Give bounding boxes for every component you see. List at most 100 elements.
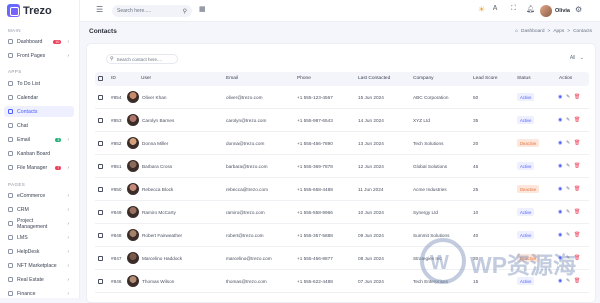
edit-icon[interactable]: ✎ — [566, 140, 570, 146]
row-checkbox[interactable] — [98, 95, 103, 100]
filter-value: All — [569, 55, 576, 61]
bell-icon[interactable]: 🔔︎ — [526, 5, 535, 13]
contact-id: #852 — [111, 140, 122, 146]
row-checkbox[interactable] — [98, 118, 103, 123]
delete-icon[interactable]: 🗑︎ — [574, 186, 580, 192]
sidebar-item-email[interactable]: Email 3 › — [4, 134, 74, 145]
view-icon[interactable]: ◉ — [558, 163, 562, 169]
sidebar-item-nft[interactable]: NFT Marketplace › — [4, 260, 74, 271]
row-checkbox[interactable] — [98, 164, 103, 169]
search-icon: ⚲ — [182, 8, 187, 15]
contact-avatar — [127, 252, 139, 264]
contact-search-input[interactable]: ⚲ Search contact here.... — [106, 54, 178, 64]
row-checkbox[interactable] — [98, 233, 103, 238]
contact-last-contacted: 09 Jun 2024 — [358, 232, 384, 238]
view-icon[interactable]: ◉ — [558, 186, 562, 192]
row-checkbox[interactable] — [98, 279, 103, 284]
breadcrumb-dashboard[interactable]: Dashboard — [521, 29, 544, 34]
contact-name[interactable]: Robert Fairweather — [142, 233, 182, 238]
view-icon[interactable]: ◉ — [558, 94, 562, 100]
contact-avatar — [127, 206, 139, 218]
delete-icon[interactable]: 🗑︎ — [574, 163, 580, 169]
view-icon[interactable]: ◉ — [558, 117, 562, 123]
row-checkbox[interactable] — [98, 187, 103, 192]
breadcrumb-separator: > — [567, 29, 571, 34]
delete-icon[interactable]: 🗑︎ — [574, 94, 580, 100]
edit-icon[interactable]: ✎ — [566, 186, 570, 192]
status-badge: Active — [517, 93, 535, 101]
contact-name[interactable]: Thomas Wilson — [142, 279, 174, 284]
breadcrumb-contacts: Contacts — [573, 29, 592, 34]
contact-name[interactable]: Donna Miller — [142, 141, 168, 146]
sidebar-item-chat[interactable]: Chat — [4, 120, 74, 131]
file-manager-badge: 7 — [55, 165, 62, 170]
user-name[interactable]: Olivia — [555, 8, 570, 14]
language-icon[interactable]: Ꭺ — [493, 5, 498, 13]
chevron-right-icon: › — [67, 234, 69, 241]
sidebar-item-label: Kanban Board — [17, 150, 51, 157]
col-action: Action — [559, 76, 573, 81]
chevron-right-icon: › — [67, 164, 69, 171]
delete-icon[interactable]: 🗑︎ — [574, 140, 580, 146]
table-row: #851 Barbara Cross barbara@trezo.com +1 555… — [95, 155, 589, 178]
sidebar-item-todo[interactable]: To Do List — [4, 78, 74, 89]
select-all-checkbox[interactable] — [98, 76, 103, 81]
delete-icon[interactable]: 🗑︎ — [574, 209, 580, 215]
contact-name[interactable]: Carolyn Barnes — [142, 118, 174, 123]
edit-icon[interactable]: ✎ — [566, 163, 570, 169]
breadcrumb-apps[interactable]: Apps — [553, 29, 564, 34]
search-placeholder: Search here..... — [117, 8, 152, 14]
fullscreen-icon[interactable]: ⛶ — [511, 5, 516, 13]
sidebar-item-file-manager[interactable]: File Manager 7 › — [4, 162, 74, 173]
sidebar-item-label: To Do List — [17, 80, 41, 87]
sidebar-item-label: Real Estate — [17, 276, 44, 283]
contact-id: #846 — [111, 278, 122, 284]
search-input[interactable]: Search here..... ⚲ — [112, 5, 192, 17]
row-checkbox[interactable] — [98, 141, 103, 146]
col-status: Status — [517, 76, 531, 81]
edit-icon[interactable]: ✎ — [566, 209, 570, 215]
view-icon[interactable]: ◉ — [558, 209, 562, 215]
row-checkbox[interactable] — [98, 210, 103, 215]
sidebar-item-helpdesk[interactable]: HelpDesk › — [4, 246, 74, 257]
sidebar-item-front-pages[interactable]: Front Pages › — [4, 50, 74, 61]
sidebar-item-ecommerce[interactable]: eCommerce › — [4, 190, 74, 201]
sidebar-item-project-management[interactable]: Project Management › — [4, 218, 74, 230]
chat-icon — [8, 123, 13, 128]
contact-name[interactable]: Barbara Cross — [142, 164, 172, 169]
contact-search-placeholder: Search contact here.... — [116, 56, 162, 62]
cart-icon — [8, 193, 13, 198]
contact-name[interactable]: Oliver Khan — [142, 95, 167, 100]
sidebar-item-contacts[interactable]: Contacts — [4, 106, 74, 117]
sun-icon[interactable]: ☀ — [478, 5, 485, 14]
contact-avatar — [127, 160, 139, 172]
col-last-contacted: Last Contacted — [358, 76, 391, 81]
sidebar-item-finance[interactable]: Finance › — [4, 288, 74, 299]
settings-icon[interactable]: ⚙ — [575, 5, 582, 14]
user-avatar[interactable] — [540, 5, 552, 17]
menu-icon[interactable]: ☰ — [96, 5, 103, 14]
contact-name[interactable]: Ramiro McCarty — [142, 210, 176, 215]
sidebar-item-calendar[interactable]: Calendar — [4, 92, 74, 103]
sidebar-item-label: Finance — [17, 290, 36, 297]
sidebar-item-dashboard[interactable]: Dashboard 10 › — [4, 36, 74, 47]
row-checkbox[interactable] — [98, 256, 103, 261]
delete-icon[interactable]: 🗑︎ — [574, 117, 580, 123]
view-icon[interactable]: ◉ — [558, 140, 562, 146]
edit-icon[interactable]: ✎ — [566, 117, 570, 123]
contact-company: ABC Corporation — [413, 94, 449, 100]
app-logo[interactable]: Trezo — [7, 4, 52, 17]
contact-name[interactable]: Marcelino Haddock — [142, 256, 182, 261]
grid-icon[interactable]: ▦ — [199, 5, 206, 13]
contact-email: carolyn@trezo.com — [226, 117, 267, 123]
edit-icon[interactable]: ✎ — [566, 94, 570, 100]
contact-last-contacted: 15 Jun 2024 — [358, 94, 384, 100]
sidebar-item-real-estate[interactable]: Real Estate › — [4, 274, 74, 285]
contact-phone: +1 555-369-7878 — [297, 163, 333, 169]
sidebar-item-lms[interactable]: LMS › — [4, 232, 74, 243]
contact-email: donna@trezo.com — [226, 140, 265, 146]
contact-name[interactable]: Rebecca Block — [142, 187, 173, 192]
status-filter-select[interactable]: All ⌄ — [570, 55, 584, 61]
sidebar-item-kanban[interactable]: Kanban Board — [4, 148, 74, 159]
sidebar-item-crm[interactable]: CRM › — [4, 204, 74, 215]
